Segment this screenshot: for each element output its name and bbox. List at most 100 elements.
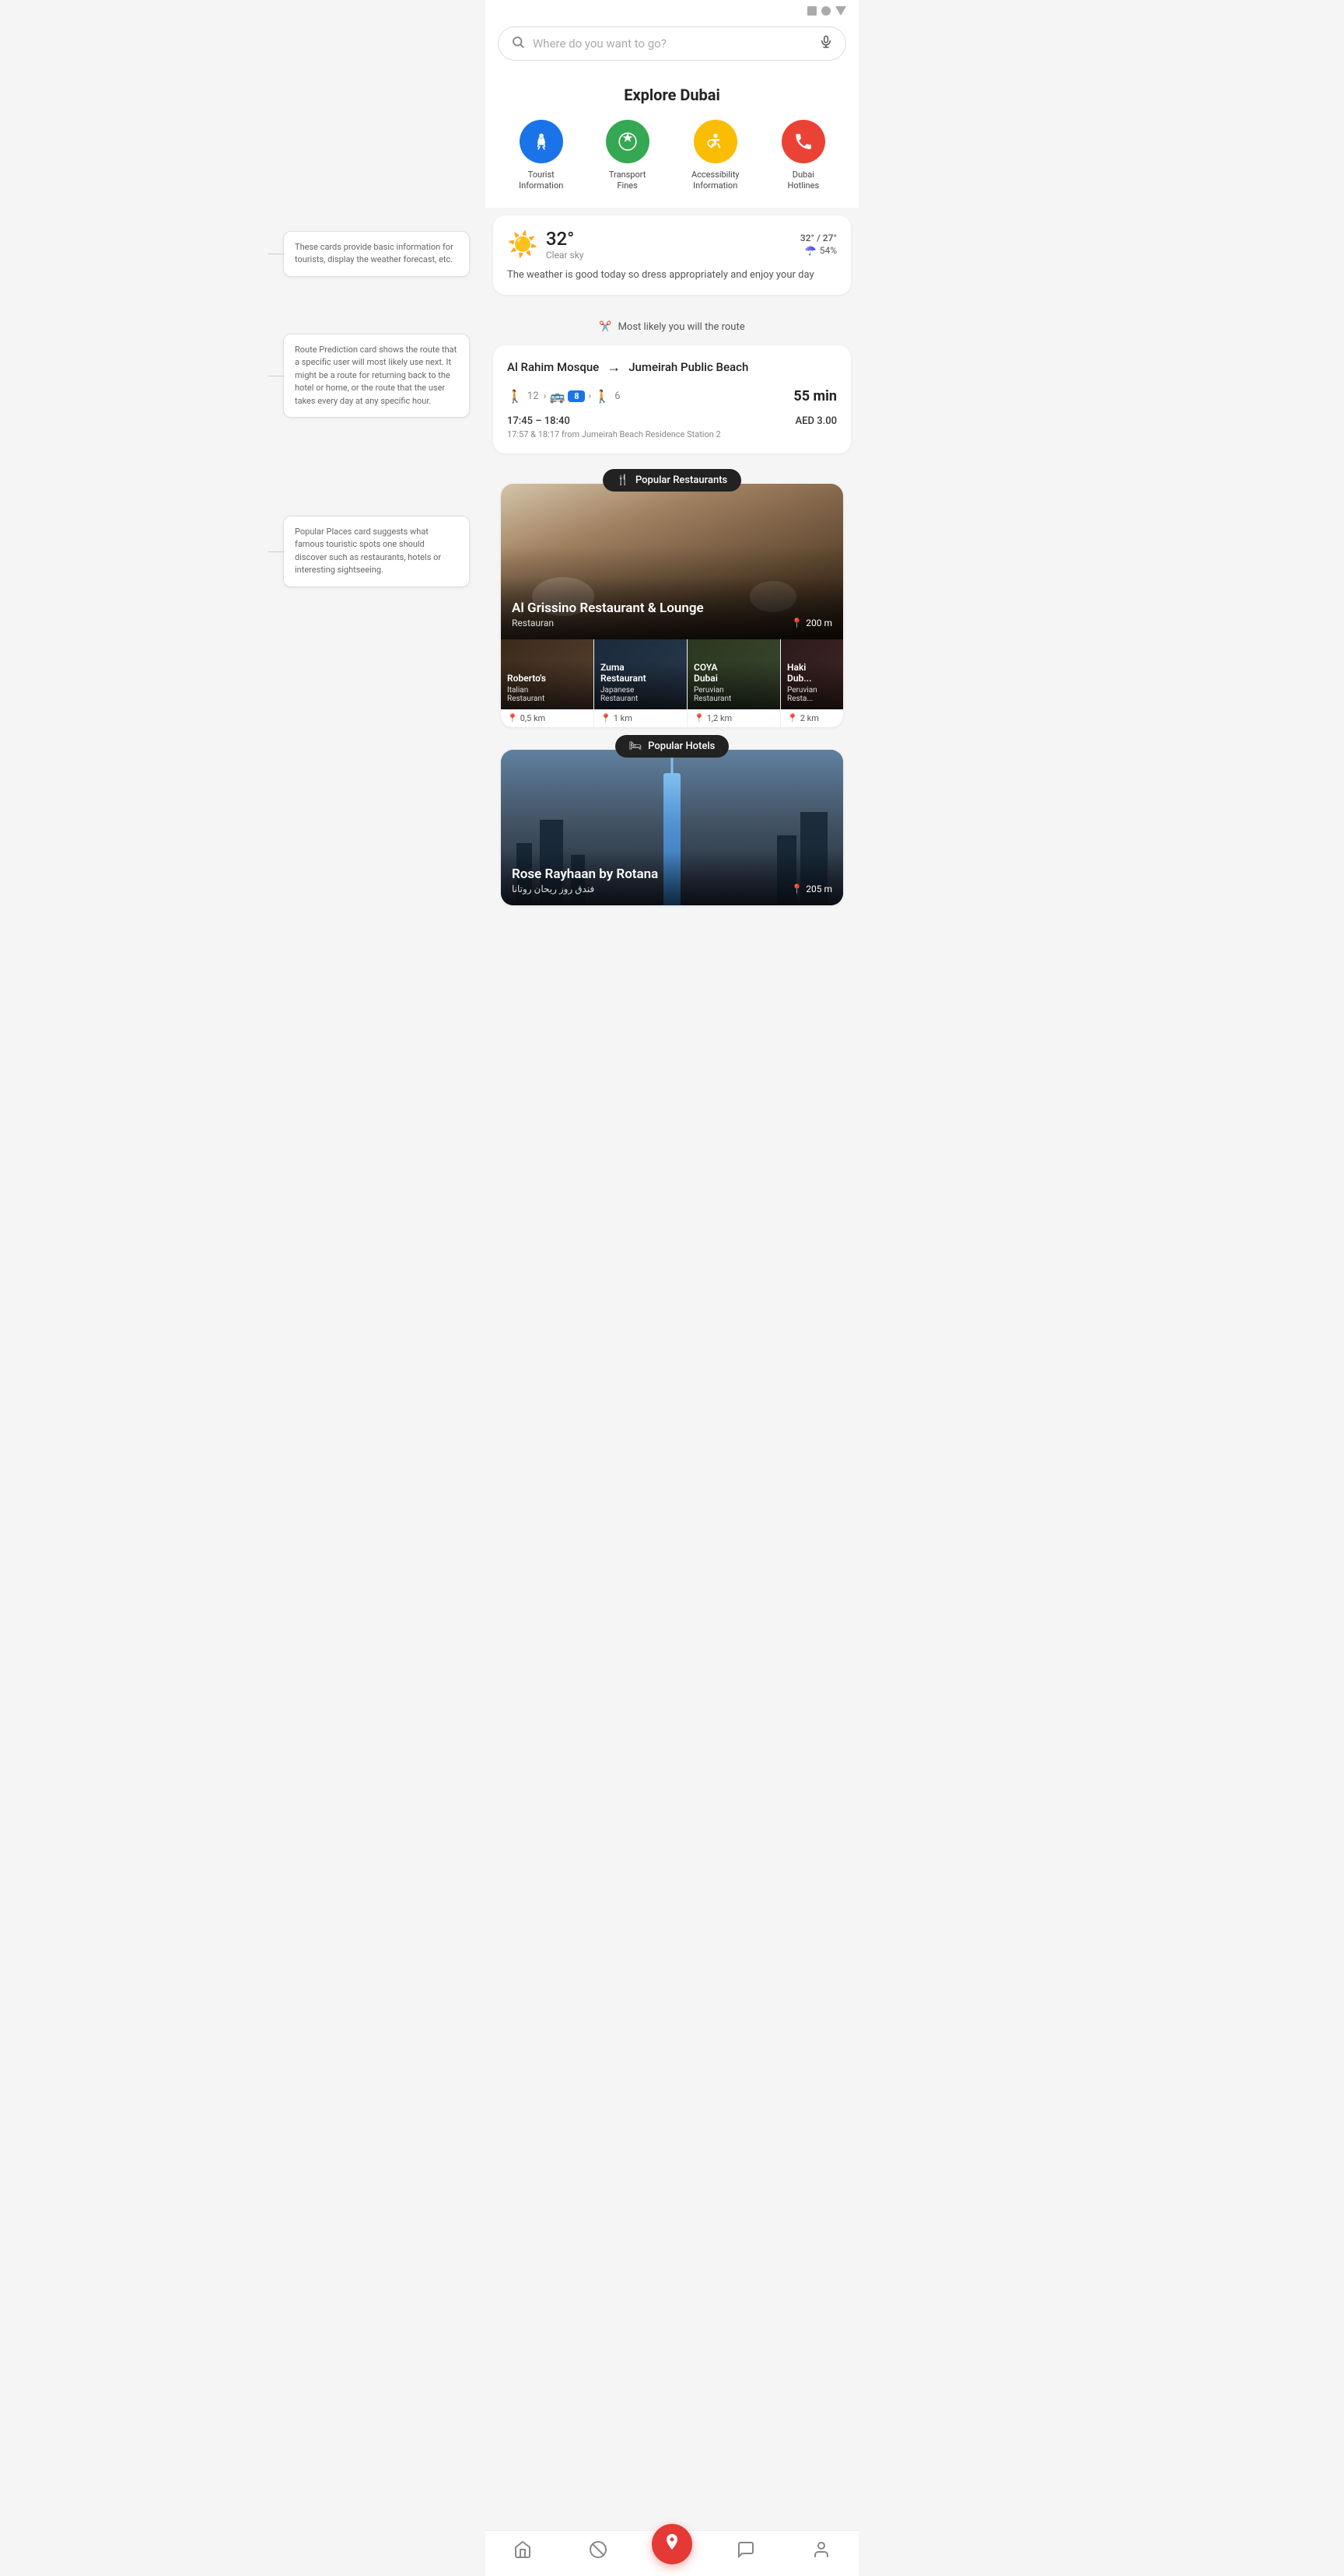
route-card[interactable]: Al Rahim Mosque → Jumeirah Public Beach … [493,345,851,453]
restaurants-badge: 🍴 Popular Restaurants [603,469,742,492]
sub-rest-2-name: ZumaRestaurant [600,662,681,684]
route-arrow-icon: → [607,359,621,376]
sub-rest-4-image: HakiDub... PeruvianResta... [781,639,843,709]
route-modes: 🚶 12 › 🚌 8 › 🚶 6 55 min [507,388,837,404]
category-grid: TouristInformation TransportFines [498,120,846,192]
walk-count-start: 12 [527,390,539,402]
weather-section: These cards provide basic information fo… [485,215,859,295]
accessibility-icon [694,120,737,163]
tourist-icon [520,120,563,163]
category-accessibility[interactable]: AccessibilityInformation [691,120,740,192]
weather-humidity: ☂️ 54% [800,245,837,256]
nav-forbidden[interactable] [576,2537,620,2567]
restaurants-badge-wrap: 🍴 Popular Restaurants [493,469,851,492]
bus-line-badge: 8 [568,390,585,402]
sub-rest-1-name: Roberto's [507,673,587,684]
signal-dot-icon [821,6,831,16]
restaurants-card[interactable]: Al Grissino Restaurant & Lounge Restaura… [501,484,843,727]
sub-restaurants: Roberto's ItalianRestaurant 📍 0,5 km [501,639,843,727]
sub-rest-2-image: ZumaRestaurant JapaneseRestaurant [594,639,687,709]
main-restaurant-name: Al Grissino Restaurant & Lounge [512,600,704,616]
category-transport[interactable]: TransportFines [606,120,649,192]
main-hotel-info-wrap: Rose Rayhaan by Rotana فندق روز ريحان رو… [512,866,832,894]
hotels-badge-wrap: 🛏 Popular Hotels [493,735,851,758]
sub-rest-3-name: COYADubai [694,662,774,684]
sub-rest-1-dist: 📍 0,5 km [501,709,593,727]
fork-knife-icon: 🍴 [617,474,629,486]
weather-temperature: 32° [546,228,584,250]
pin-icon-s1: 📍 [507,713,518,723]
sub-restaurant-3[interactable]: COYADubai PeruvianRestaurant 📍 1,2 km [688,639,781,727]
main-hotel-name: Rose Rayhaan by Rotana [512,866,658,882]
sub-rest-3-type: PeruvianRestaurant [694,686,774,703]
search-input-wrap[interactable]: Where do you want to go? [498,26,846,61]
sub-rest-4-dist: 📍 2 km [781,709,843,727]
pin-icon-s2: 📍 [600,713,611,723]
fab-icon [663,2532,681,2556]
main-restaurant-info-wrap: Al Grissino Restaurant & Lounge Restaura… [512,600,832,628]
explore-section: Explore Dubai TouristInformation [485,73,859,208]
search-placeholder: Where do you want to go? [533,37,811,51]
route-cost: AED 3.00 [796,415,837,427]
sub-restaurant-1[interactable]: Roberto's ItalianRestaurant 📍 0,5 km [501,639,594,727]
hotlines-icon [782,120,825,163]
search-icon [511,35,525,52]
sub-rest-3-image: COYADubai PeruvianRestaurant [688,639,780,709]
popular-annotation: Popular Places card suggests what famous… [283,516,470,587]
chevron1-icon: › [544,390,547,402]
route-from: Al Rahim Mosque [507,360,599,374]
transport-label: TransportFines [609,170,646,192]
microphone-icon[interactable] [819,35,833,52]
sub-rest-4-type: PeruvianResta... [787,686,843,703]
main-content: Explore Dubai TouristInformation [485,73,859,975]
sub-rest-2-type: JapaneseRestaurant [600,686,681,703]
route-header-section: ✂️ Most likely you will the route [485,310,859,345]
route-duration: 55 min [793,388,837,404]
main-restaurant-info: Al Grissino Restaurant & Lounge Restaura… [512,600,704,628]
weather-range: 32° / 27° [800,233,837,243]
nav-chat[interactable] [724,2537,768,2567]
nav-profile[interactable] [800,2537,843,2567]
hotels-card[interactable]: Rose Rayhaan by Rotana فندق روز ريحان رو… [501,750,843,905]
main-hotel-name-arabic: فندق روز ريحان روتانا [512,884,658,894]
pin-icon-hotel: 📍 [791,884,803,894]
pin-icon: 📍 [791,618,803,628]
walk-end-icon: 🚶 [594,389,610,404]
sub-rest-4-name: HakiDub... [787,662,843,684]
accessibility-label: AccessibilityInformation [691,170,740,192]
hotels-badge: 🛏 Popular Hotels [615,735,730,758]
forbidden-icon [589,2540,607,2564]
route-header-text: Most likely you will the route [618,321,745,333]
chevron2-icon: › [588,390,591,402]
restaurants-section: Popular Places card suggests what famous… [485,469,859,905]
transport-icon [606,120,649,163]
route-details: 17:45 – 18:40 17:57 & 18:17 from Jumeira… [507,415,837,439]
explore-title: Explore Dubai [498,86,846,104]
main-hotel-info: Rose Rayhaan by Rotana فندق روز ريحان رو… [512,866,658,894]
route-icon: ✂️ [599,321,611,333]
hotlines-label: DubaiHotlines [787,170,819,192]
bed-icon: 🛏 [629,740,642,752]
main-hotel-image: Rose Rayhaan by Rotana فندق روز ريحان رو… [501,750,843,905]
weather-annotation: These cards provide basic information fo… [283,231,470,277]
weather-description: Clear sky [546,250,584,261]
bus-icon: 🚌 [549,389,565,404]
category-tourist[interactable]: TouristInformation [519,120,563,192]
category-hotlines[interactable]: DubaiHotlines [782,120,825,192]
profile-icon [812,2540,831,2564]
sub-restaurant-2[interactable]: ZumaRestaurant JapaneseRestaurant 📍 1 km [594,639,688,727]
pin-icon-s4: 📍 [787,713,798,723]
weather-card: ☀️ 32° Clear sky 32° / 27° ☂️ 54% [493,215,851,295]
tourist-label: TouristInformation [519,170,563,192]
hotels-badge-label: Popular Hotels [648,740,715,752]
status-bar [485,0,859,19]
route-annotation: Route Prediction card shows the route th… [283,334,470,418]
search-bar: Where do you want to go? [485,19,859,73]
walk-count-end: 6 [614,390,620,402]
nav-home[interactable] [501,2537,544,2567]
nav-fab-button[interactable] [652,2524,692,2564]
route-section: Route Prediction card shows the route th… [485,310,859,453]
route-to: Jumeirah Public Beach [628,360,748,374]
sub-restaurant-4[interactable]: HakiDub... PeruvianResta... 📍 2 km [781,639,843,727]
main-hotel-distance: 📍 205 m [791,884,832,894]
